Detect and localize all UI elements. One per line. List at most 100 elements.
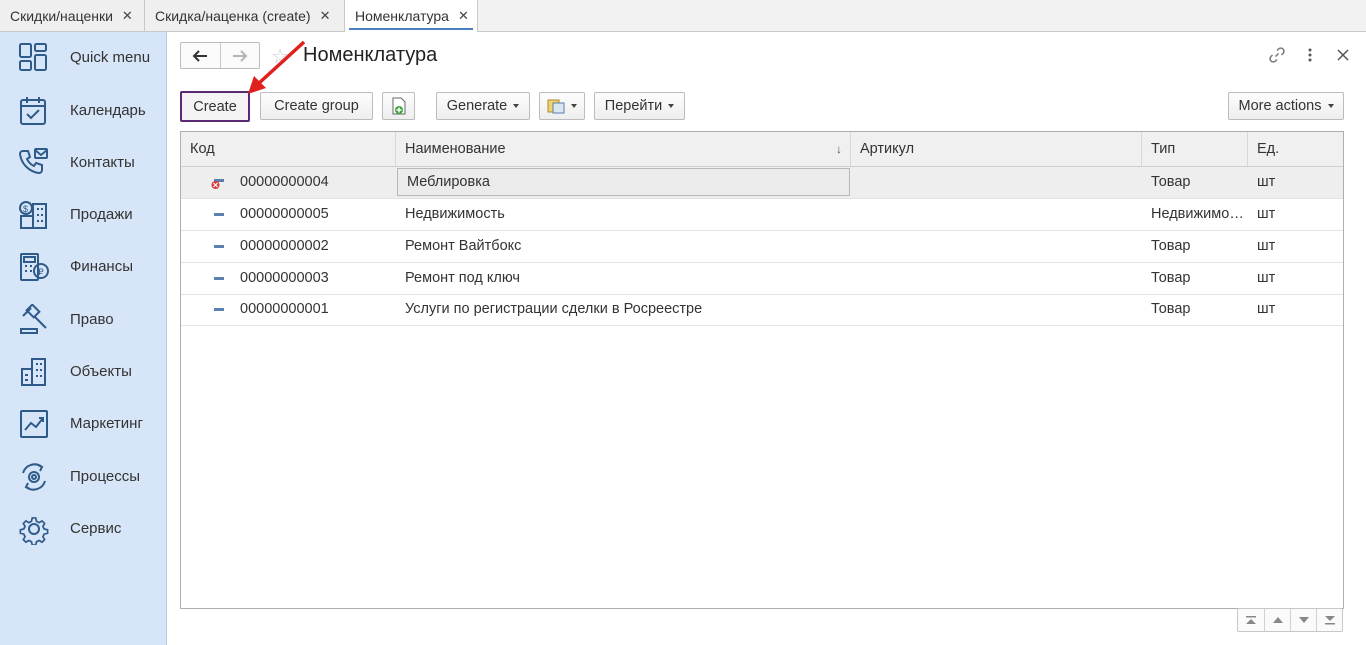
sidebar-item-finance[interactable]: ₽ Финансы xyxy=(0,243,166,289)
tab-discounts[interactable]: Скидки/наценки ✕ xyxy=(0,0,145,31)
item-icon xyxy=(214,308,224,311)
scroll-down-button[interactable] xyxy=(1290,609,1316,631)
table-scroll-controls xyxy=(1237,608,1343,632)
sidebar-item-marketing[interactable]: Маркетинг xyxy=(0,400,166,446)
sidebar-item-service[interactable]: Сервис xyxy=(0,505,166,551)
sidebar-item-label: Календарь xyxy=(70,101,146,119)
sidebar-item-label: Контакты xyxy=(70,153,135,171)
chevron-down-icon xyxy=(513,104,520,108)
column-header-type[interactable]: Тип xyxy=(1142,132,1248,166)
annotation-arrow-icon xyxy=(248,40,306,94)
table-row[interactable]: 00000000002 Ремонт Вайтбокс Товар шт xyxy=(181,231,1343,263)
sidebar-item-calendar[interactable]: Календарь xyxy=(0,87,166,133)
sidebar-item-label: Продажи xyxy=(70,205,133,223)
generate-dropdown[interactable]: Generate xyxy=(436,92,530,120)
cell-code: 00000000004 xyxy=(240,174,329,190)
cell-type: Товар xyxy=(1151,301,1191,317)
sidebar-item-label: Маркетинг xyxy=(70,414,143,432)
table-row[interactable]: 00000000003 Ремонт под ключ Товар шт xyxy=(181,263,1343,295)
sidebar-item-label: Объекты xyxy=(70,362,132,380)
close-icon[interactable]: ✕ xyxy=(122,8,133,24)
page-title: Номенклатура xyxy=(303,44,438,66)
nomenclature-table: Код Наименование ↓ Артикул Тип Ед. 00000… xyxy=(180,131,1344,609)
cell-unit: шт xyxy=(1257,270,1276,286)
cell-name: Ремонт Вайтбокс xyxy=(405,238,522,254)
sidebar-item-objects[interactable]: Объекты xyxy=(0,348,166,394)
print-dropdown[interactable] xyxy=(539,92,585,120)
scroll-up-icon xyxy=(1272,617,1283,623)
cell-code: 00000000003 xyxy=(240,270,329,286)
scroll-up-button[interactable] xyxy=(1264,609,1290,631)
close-icon[interactable] xyxy=(1332,44,1354,66)
item-icon xyxy=(214,277,224,280)
chevron-down-icon xyxy=(571,104,577,108)
processes-icon xyxy=(18,461,50,493)
more-actions-dropdown[interactable]: More actions xyxy=(1228,92,1344,120)
quick-menu-icon xyxy=(18,42,50,74)
goto-label: Перейти xyxy=(604,98,663,114)
chevron-down-icon xyxy=(668,104,675,108)
svg-text:$: $ xyxy=(23,204,28,214)
cell-unit: шт xyxy=(1257,206,1276,222)
cell-article xyxy=(851,231,1142,262)
deleted-item-icon xyxy=(211,179,224,189)
table-row[interactable]: 00000000001 Услуги по регистрации сделки… xyxy=(181,294,1343,326)
table-header: Код Наименование ↓ Артикул Тип Ед. xyxy=(181,132,1343,167)
column-header-unit[interactable]: Ед. xyxy=(1248,132,1343,166)
cell-article xyxy=(851,263,1142,294)
cell-unit: шт xyxy=(1257,174,1276,190)
sidebar-item-processes[interactable]: Процессы xyxy=(0,453,166,499)
cell-code: 00000000002 xyxy=(240,238,329,254)
chevron-down-icon xyxy=(1327,104,1334,108)
table-row[interactable]: 00000000004 Меблировка Товар шт xyxy=(181,167,1343,199)
cell-name: Ремонт под ключ xyxy=(405,270,520,286)
more-vertical-icon[interactable] xyxy=(1299,44,1321,66)
tab-label: Скидки/наценки xyxy=(10,7,113,24)
buildings-icon xyxy=(18,356,50,388)
close-icon[interactable]: ✕ xyxy=(458,8,469,24)
cell-type: Товар xyxy=(1151,238,1191,254)
document-add-icon xyxy=(392,97,405,115)
tab-bar: Скидки/наценки ✕ Скидка/наценка (create)… xyxy=(0,0,1366,32)
gear-icon xyxy=(18,513,50,546)
back-button[interactable] xyxy=(181,43,220,68)
cell-unit: шт xyxy=(1257,238,1276,254)
link-icon[interactable] xyxy=(1266,44,1288,66)
copy-document-button[interactable] xyxy=(382,92,415,120)
scroll-bottom-icon xyxy=(1324,615,1335,624)
sidebar-item-label: Процессы xyxy=(70,467,141,485)
law-icon xyxy=(18,303,50,336)
column-header-code[interactable]: Код xyxy=(181,132,396,166)
sidebar-item-label: Финансы xyxy=(70,257,133,275)
tab-label: Номенклатура xyxy=(355,8,449,24)
cell-name: Недвижимость xyxy=(405,206,505,222)
sidebar-item-law[interactable]: Право xyxy=(0,296,166,342)
sidebar-item-quick-menu[interactable]: Quick menu xyxy=(0,34,166,80)
sort-desc-icon: ↓ xyxy=(836,142,842,156)
cell-article xyxy=(851,167,1142,198)
item-icon xyxy=(214,245,224,248)
goto-dropdown[interactable]: Перейти xyxy=(594,92,685,120)
sidebar-item-label: Сервис xyxy=(70,519,122,537)
cell-article xyxy=(851,199,1142,230)
tab-discount-create[interactable]: Скидка/наценка (create) ✕ xyxy=(145,0,345,31)
cell-name[interactable]: Меблировка xyxy=(397,168,850,196)
tab-label: Скидка/наценка (create) xyxy=(155,7,311,24)
arrow-left-icon xyxy=(193,49,208,62)
cell-code: 00000000005 xyxy=(240,206,329,222)
column-header-name[interactable]: Наименование ↓ xyxy=(396,132,851,166)
sidebar-item-contacts[interactable]: Контакты xyxy=(0,139,166,185)
column-header-article[interactable]: Артикул xyxy=(851,132,1142,166)
marketing-icon xyxy=(18,408,50,440)
scroll-to-top-button[interactable] xyxy=(1238,609,1264,631)
cell-type: Товар xyxy=(1151,174,1191,190)
sidebar-item-sales[interactable]: $ Продажи xyxy=(0,191,166,237)
scroll-top-icon xyxy=(1246,615,1256,624)
close-icon[interactable]: ✕ xyxy=(320,8,331,24)
cell-unit: шт xyxy=(1257,301,1276,317)
item-icon xyxy=(214,213,224,216)
tab-nomenclature[interactable]: Номенклатура ✕ xyxy=(345,0,478,32)
sales-icon: $ xyxy=(18,199,50,231)
scroll-to-bottom-button[interactable] xyxy=(1316,609,1342,631)
table-row[interactable]: 00000000005 Недвижимость Недвижимость шт xyxy=(181,199,1343,231)
